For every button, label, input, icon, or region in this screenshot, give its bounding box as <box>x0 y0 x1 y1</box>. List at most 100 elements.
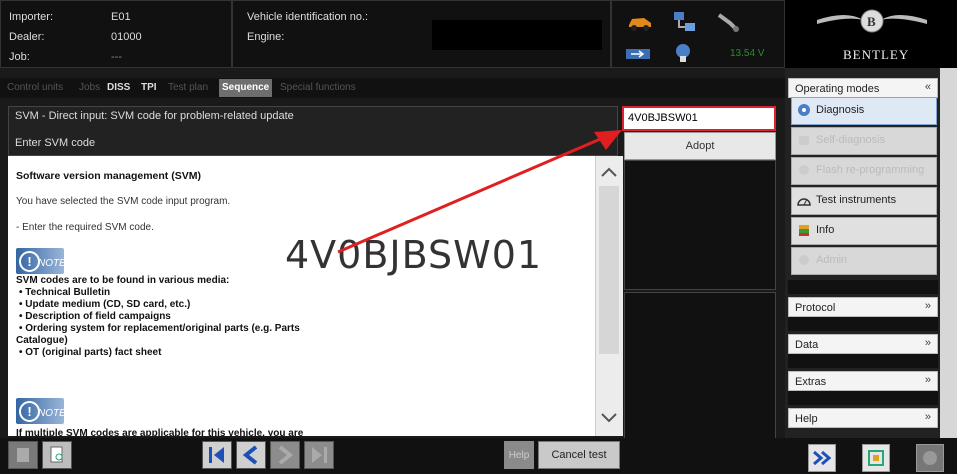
header-status-icons: 13.54 V <box>611 0 785 68</box>
operating-modes-header[interactable]: Operating modes « <box>788 78 938 98</box>
expand-icon: » <box>924 411 931 423</box>
usb-connection-icon <box>626 49 650 59</box>
forward-button[interactable] <box>808 444 836 472</box>
tab-tpi[interactable]: TPI <box>138 79 160 97</box>
bullet-item: • Technical Bulletin <box>19 287 111 298</box>
bullet-item: • Ordering system for replacement/origin… <box>19 323 300 334</box>
sidebar-gap <box>788 317 938 331</box>
info-books-icon <box>799 225 809 236</box>
mode-flash-reprogramming[interactable]: Flash re-programming <box>791 157 937 185</box>
note-label: NOTE <box>38 258 66 269</box>
tab-diss[interactable]: DISS <box>104 79 133 97</box>
close-button[interactable] <box>916 444 944 472</box>
magnify-document-icon <box>50 446 63 463</box>
self-diagnosis-icon <box>799 136 809 145</box>
tab-sequence[interactable]: Sequence <box>219 79 273 97</box>
svg-text:B: B <box>867 14 876 29</box>
mode-diagnosis[interactable]: Diagnosis <box>791 97 937 125</box>
doc-paragraph-2: - Enter the required SVM code. <box>16 222 154 233</box>
previous-icon <box>242 445 258 465</box>
battery-icon <box>676 44 690 62</box>
sidebar-gap <box>788 391 938 405</box>
sidebar-gap <box>788 280 938 294</box>
print-icon <box>17 448 29 462</box>
tab-control-units[interactable]: Control units <box>4 79 66 97</box>
info-icon: ! <box>19 401 40 422</box>
brand-name: BENTLEY <box>843 47 910 62</box>
sidebar-scrollbar[interactable] <box>940 68 957 438</box>
previous-page-button[interactable] <box>236 441 266 469</box>
result-panel-bottom <box>624 292 776 440</box>
vin-label: Vehicle identification no.: <box>247 11 369 23</box>
function-title: SVM - Direct input: SVM code for problem… <box>15 110 294 122</box>
mode-admin[interactable]: Admin <box>791 247 937 275</box>
expand-icon: » <box>924 374 931 386</box>
diagnosis-icon <box>798 104 810 116</box>
bullet-item: • OT (original parts) fact sheet <box>19 347 162 358</box>
engine-label: Engine: <box>247 31 285 43</box>
section-protocol[interactable]: Protocol» <box>788 297 938 317</box>
job-value: --- <box>111 51 122 63</box>
collapse-icon: « <box>924 81 931 93</box>
doc-paragraph-1: You have selected the SVM code input pro… <box>16 196 231 207</box>
dealer-label: Dealer: <box>9 31 45 43</box>
screenshot-button[interactable] <box>862 444 890 472</box>
print-button[interactable] <box>8 441 38 469</box>
first-page-icon <box>209 447 224 463</box>
brand-logo-panel: B BENTLEY <box>785 0 957 68</box>
tab-test-plan[interactable]: Test plan <box>165 79 211 97</box>
tab-special-functions[interactable]: Special functions <box>277 79 359 97</box>
probe-icon <box>717 13 739 32</box>
annotation-arrow-icon <box>337 130 622 254</box>
adopt-button[interactable]: Adopt <box>624 132 776 160</box>
mode-self-diagnosis[interactable]: Self-diagnosis <box>791 127 937 155</box>
next-icon <box>278 445 294 465</box>
close-icon <box>923 451 937 465</box>
network-icon <box>674 12 695 31</box>
double-chevron-right-icon <box>813 450 832 466</box>
header-info-panel: Importer: E01 Dealer: 01000 Job: --- <box>0 0 232 68</box>
info-icon: ! <box>19 251 40 272</box>
view-document-button[interactable] <box>42 441 72 469</box>
last-page-icon <box>312 447 327 463</box>
svm-code-input[interactable]: 4V0BJBSW01 <box>622 106 776 131</box>
note-label: NOTE <box>38 408 66 419</box>
cancel-test-button[interactable]: Cancel test <box>538 441 620 469</box>
doc-heading: Software version management (SVM) <box>16 170 201 182</box>
expand-icon: » <box>924 300 931 312</box>
note-badge-2: ! NOTE <box>16 398 66 424</box>
next-page-button[interactable] <box>270 441 300 469</box>
flash-icon <box>799 165 809 175</box>
section-data[interactable]: Data» <box>788 334 938 354</box>
result-panel-top <box>624 160 776 290</box>
doc-cut-text: If multiple SVM codes are applicable for… <box>16 428 304 436</box>
scroll-down-icon[interactable] <box>600 412 618 424</box>
vin-redacted-box <box>432 20 602 50</box>
dealer-value: 01000 <box>111 31 142 43</box>
bullet-item: • Update medium (CD, SD card, etc.) <box>19 299 191 310</box>
expand-icon: » <box>924 337 931 349</box>
last-page-button[interactable] <box>304 441 334 469</box>
note-heading: SVM codes are to be found in various med… <box>16 275 230 286</box>
mode-info[interactable]: Info <box>791 217 937 245</box>
instruction-text: Enter SVM code <box>15 137 96 149</box>
first-page-button[interactable] <box>202 441 232 469</box>
voltage-readout: 13.54 V <box>730 48 765 59</box>
tab-jobs[interactable]: Jobs <box>76 79 103 97</box>
section-extras[interactable]: Extras» <box>788 371 938 391</box>
mode-test-instruments[interactable]: Test instruments <box>791 187 937 215</box>
help-button[interactable]: Help <box>504 441 534 469</box>
section-help[interactable]: Help» <box>788 408 938 428</box>
bullet-item: • Description of field campaigns <box>19 311 171 322</box>
sidebar-gap <box>788 354 938 368</box>
importer-label: Importer: <box>9 11 54 23</box>
car-icon <box>629 18 651 31</box>
job-label: Job: <box>9 51 30 63</box>
importer-value: E01 <box>111 11 131 23</box>
bottom-toolbar <box>0 438 785 474</box>
bullet-continuation: Catalogue) <box>16 335 68 346</box>
frame-icon <box>868 450 884 466</box>
admin-icon <box>799 255 809 265</box>
note-badge: ! NOTE <box>16 248 66 274</box>
multimeter-icon <box>797 198 811 206</box>
